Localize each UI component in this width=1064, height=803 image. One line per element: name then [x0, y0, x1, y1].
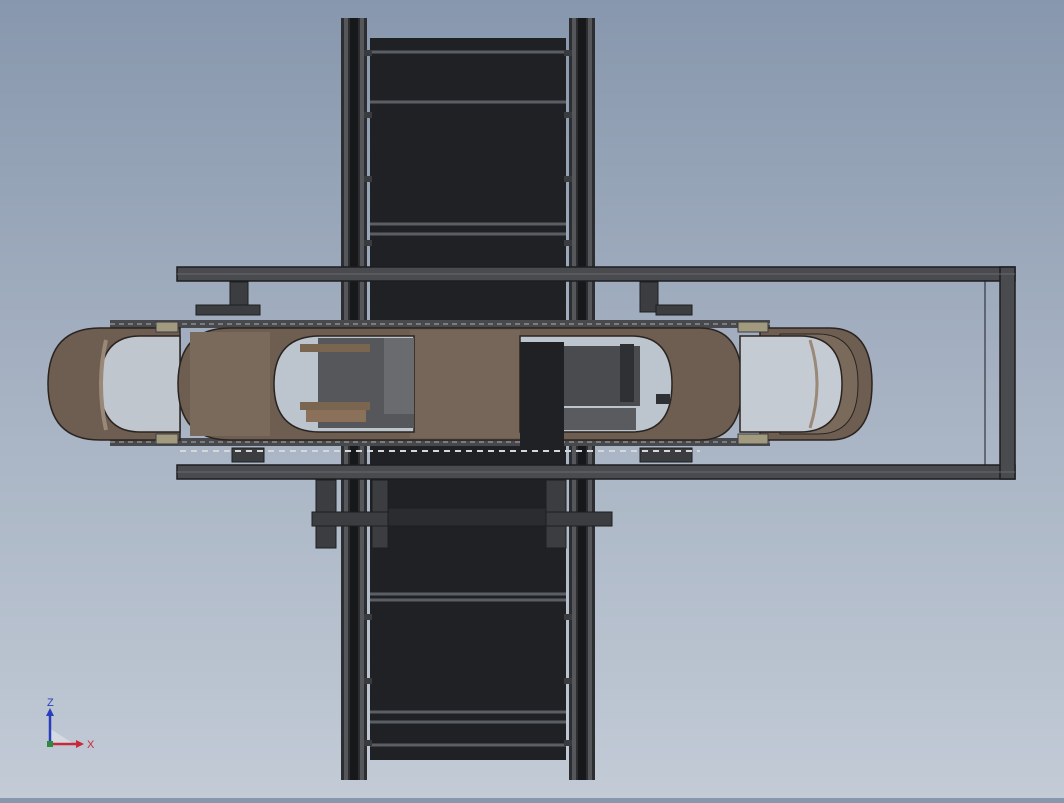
- axis-label-z: Z: [47, 698, 54, 709]
- left-drum: [47, 327, 181, 441]
- graphics-viewport[interactable]: Z X: [0, 0, 1064, 798]
- axis-triad-icon: Z X: [46, 698, 95, 751]
- cad-model: [47, 18, 1016, 780]
- axis-label-x: X: [87, 739, 95, 751]
- center-drum: [177, 327, 743, 450]
- drum-rollers: [47, 327, 873, 450]
- right-drum: [739, 327, 873, 441]
